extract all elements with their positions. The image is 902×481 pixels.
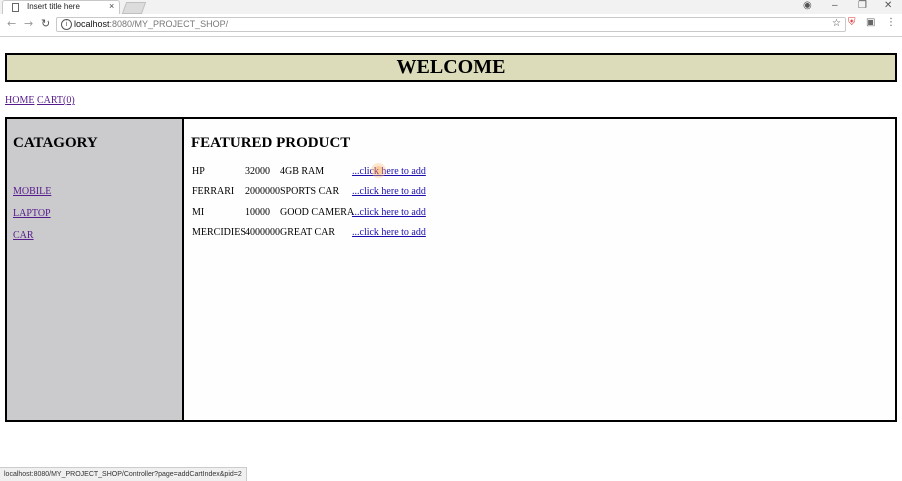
bookmark-star-icon[interactable]: ☆ xyxy=(832,18,841,29)
product-price: 4000000 xyxy=(245,227,280,238)
sidebar-item-car[interactable]: CAR xyxy=(13,230,34,241)
featured-heading: FEATURED PRODUCT xyxy=(191,135,351,151)
product-name: MERCIDIES xyxy=(192,227,246,238)
minimize-icon[interactable]: – xyxy=(832,0,838,11)
page-title: WELCOME xyxy=(396,56,506,78)
restore-icon[interactable]: ❐ xyxy=(858,0,867,11)
cart-link[interactable]: CART(0) xyxy=(37,95,75,106)
product-name: HP xyxy=(192,166,205,177)
product-desc: 4GB RAM xyxy=(280,166,325,177)
featured-products: FEATURED PRODUCT HP 32000 4GB RAM ...cli… xyxy=(182,117,897,422)
back-icon[interactable]: ← xyxy=(7,17,16,30)
home-link[interactable]: HOME xyxy=(5,95,34,106)
browser-tab[interactable]: Insert title here × xyxy=(2,0,120,14)
close-window-icon[interactable]: ✕ xyxy=(884,0,892,11)
sidebar-heading: CATAGORY xyxy=(13,135,98,151)
document-icon xyxy=(12,3,19,12)
add-to-cart-link[interactable]: ...click here to add xyxy=(352,227,426,238)
menu-icon[interactable]: ⋮ xyxy=(886,17,896,28)
tab-strip: Insert title here × ◉ – ❐ ✕ xyxy=(0,0,902,14)
tab-close-icon[interactable]: × xyxy=(109,1,114,11)
product-desc: SPORTS CAR xyxy=(280,186,340,197)
add-to-cart-link[interactable]: ...click here to add xyxy=(352,166,426,177)
product-desc: GREAT CAR xyxy=(280,227,336,238)
shield-icon[interactable]: ⛨ xyxy=(848,17,856,28)
top-nav: HOME CART(0) xyxy=(5,95,75,106)
address-bar[interactable]: i localhost:8080/MY_PROJECT_SHOP/ ☆ xyxy=(56,17,846,32)
category-sidebar: CATAGORY MOBILE LAPTOP CAR xyxy=(5,117,184,422)
product-price: 32000 xyxy=(245,166,270,177)
product-price: 2000000 xyxy=(245,186,280,197)
status-bar-url: localhost:8080/MY_PROJECT_SHOP/Controlle… xyxy=(0,467,247,481)
new-tab-button[interactable] xyxy=(121,2,147,14)
tab-title: Insert title here xyxy=(27,2,80,11)
welcome-banner: WELCOME xyxy=(5,53,897,82)
browser-toolbar: ← → ↻ i localhost:8080/MY_PROJECT_SHOP/ … xyxy=(0,14,902,37)
product-price: 10000 xyxy=(245,207,270,218)
product-name: MI xyxy=(192,207,205,218)
sidebar-item-mobile[interactable]: MOBILE xyxy=(13,186,51,197)
sidebar-item-laptop[interactable]: LAPTOP xyxy=(13,208,51,219)
forward-icon[interactable]: → xyxy=(24,17,33,30)
product-desc: GOOD CAMERA xyxy=(280,207,355,218)
reload-icon[interactable]: ↻ xyxy=(41,17,50,30)
extension-icon[interactable]: ▣ xyxy=(866,17,875,28)
address-url[interactable]: localhost:8080/MY_PROJECT_SHOP/ xyxy=(74,19,228,29)
add-to-cart-link[interactable]: ...click here to add xyxy=(352,186,426,197)
add-to-cart-link[interactable]: ...click here to add xyxy=(352,207,426,218)
info-icon[interactable]: i xyxy=(61,19,72,30)
product-name: FERRARI xyxy=(192,186,235,197)
profile-icon[interactable]: ◉ xyxy=(803,0,812,11)
